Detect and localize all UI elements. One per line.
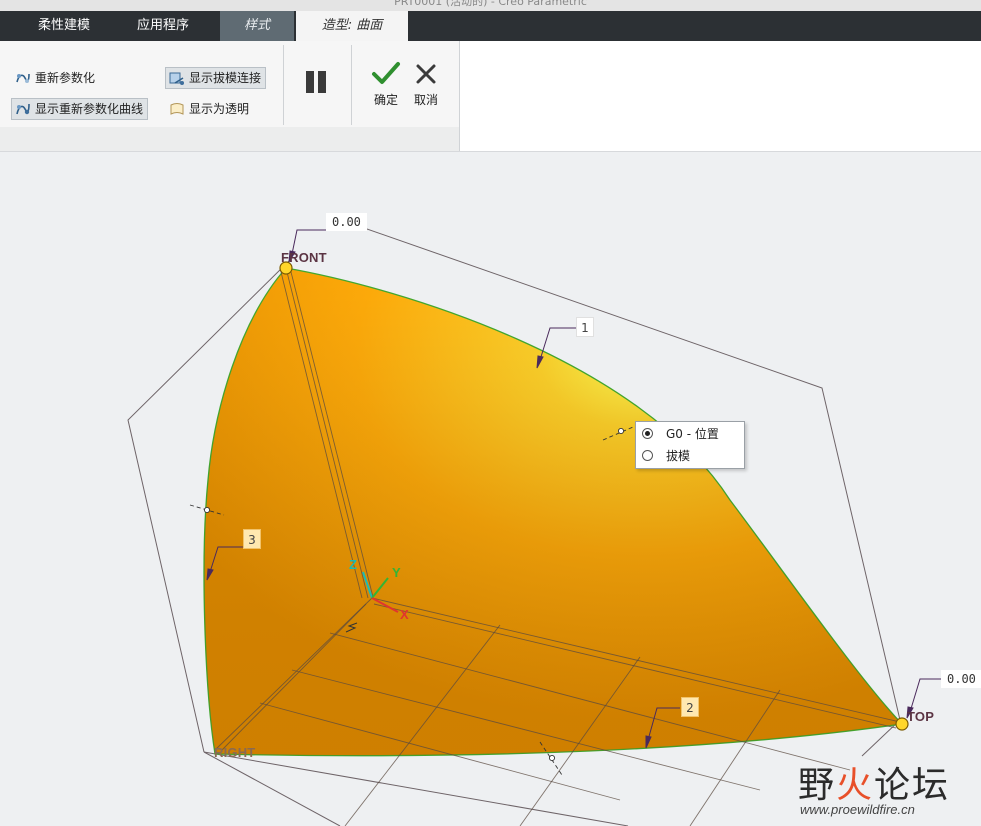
cancel-button[interactable]: 取消	[406, 61, 446, 111]
tab-style[interactable]: 样式	[220, 11, 294, 41]
edge-tag-2[interactable]: 2	[681, 697, 699, 717]
datum-label-top: TOP	[907, 709, 935, 724]
brand-part1: 野	[798, 765, 837, 806]
radio-selected-icon	[642, 428, 653, 439]
transparent-surface-icon	[169, 101, 185, 117]
edge-tag-1[interactable]: 1	[576, 317, 594, 337]
menu-item-label: 拔模	[666, 449, 691, 463]
connection-context-menu: G0 - 位置 拔模	[635, 421, 745, 469]
show-transparent-label: 显示为透明	[189, 102, 250, 116]
menu-item-g0-position[interactable]: G0 - 位置	[636, 423, 744, 445]
menu-item-draft[interactable]: 拔模	[636, 445, 744, 467]
pause-button[interactable]	[304, 71, 330, 93]
ribbon-group-footer	[0, 127, 460, 151]
datum-label-right: RIGHT	[214, 745, 256, 760]
ok-button[interactable]: 确定	[366, 61, 406, 111]
axis-label-y: Y	[392, 565, 401, 580]
show-transparent-toggle[interactable]: 显示为透明	[166, 98, 253, 120]
draft-connect-icon	[169, 70, 185, 86]
axis-label-x: X	[400, 607, 409, 622]
close-icon	[416, 64, 436, 84]
show-draft-connect-toggle[interactable]: 显示拔模连接	[165, 67, 267, 89]
watermark-url: www.proewildfire.cn	[800, 802, 915, 817]
window-title: PRT0001 (活动的) - Creo Parametric	[0, 0, 981, 11]
reparameterize-button[interactable]: 重新参数化	[12, 67, 99, 89]
checkmark-icon	[372, 62, 400, 84]
show-draft-connect-label: 显示拔模连接	[189, 71, 262, 85]
dimension-front[interactable]: 0.00	[326, 213, 367, 231]
brand-part3: 论坛	[874, 765, 951, 806]
forum-watermark: 野火论坛 www.proewildfire.cn	[798, 756, 978, 822]
ok-label: 确定	[373, 93, 398, 107]
pause-icon-bar	[318, 71, 326, 93]
tab-applications[interactable]: 应用程序	[121, 11, 205, 41]
pause-icon	[306, 71, 314, 93]
cancel-label: 取消	[413, 93, 438, 107]
menu-item-label: G0 - 位置	[666, 427, 719, 441]
tab-style-surface[interactable]: 造型: 曲面	[296, 11, 408, 41]
radio-unselected-icon	[642, 450, 653, 461]
ribbon-divider	[459, 41, 460, 151]
reparameterize-icon	[15, 70, 31, 86]
reparam-curves-icon	[15, 101, 31, 117]
graphics-viewport[interactable]	[0, 152, 981, 826]
brand-part2: 火	[836, 765, 875, 806]
tab-flexible-modeling[interactable]: 柔性建模	[22, 11, 106, 41]
model-scene	[127, 214, 942, 826]
ribbon-tab-bar: 柔性建模 应用程序 样式 造型: 曲面	[0, 11, 981, 41]
watermark-brand: 野火论坛	[798, 756, 950, 808]
ribbon-panel: 重新参数化 显示重新参数化曲线 显示拔模连接 显示为透明 确定 取消	[0, 41, 981, 152]
ribbon-separator	[283, 45, 284, 125]
show-reparam-curves-label: 显示重新参数化曲线	[35, 102, 144, 116]
datum-label-front: FRONT	[281, 250, 327, 265]
reparameterize-label: 重新参数化	[35, 71, 96, 85]
dimension-top[interactable]: 0.00	[941, 670, 981, 688]
ribbon-separator-2	[351, 45, 352, 125]
edge-tag-3[interactable]: 3	[243, 529, 261, 549]
axis-label-z: Z	[349, 557, 357, 572]
show-reparam-curves-toggle[interactable]: 显示重新参数化曲线	[11, 98, 149, 120]
